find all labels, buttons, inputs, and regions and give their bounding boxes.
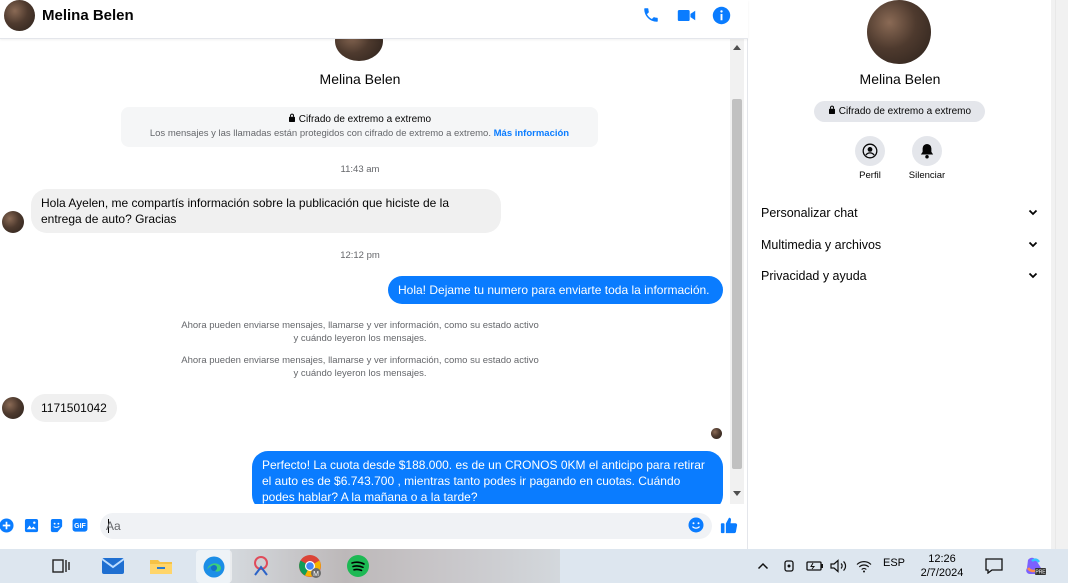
message-input-wrapper[interactable] [100,513,712,539]
gif-icon[interactable]: GIF [72,517,88,533]
e2e-title: Cifrado de extremo a extremo [298,114,432,125]
file-explorer-icon[interactable] [148,554,174,578]
section-media-files[interactable]: Multimedia y archivos [761,234,1039,256]
snipping-tool-icon[interactable] [248,554,274,578]
image-icon[interactable] [23,517,39,533]
avatar[interactable] [867,0,931,64]
message-bubble-outgoing[interactable]: Hola! Dejame tu numero para enviarte tod… [388,276,723,304]
message-bubble-incoming[interactable]: 1171501042 [31,394,117,422]
volume-icon[interactable] [828,554,850,578]
chat-header: Melina Belen [0,0,748,39]
copilot-icon[interactable]: PRE [1022,554,1048,578]
notification-icon[interactable] [982,554,1006,578]
plus-icon[interactable] [0,517,14,533]
message-list[interactable]: Melina Belen Cifrado de extremo a extrem… [0,39,730,504]
mute-label: Silenciar [908,170,946,181]
composer: GIF [0,508,748,544]
avatar[interactable] [2,397,24,419]
more-info-link[interactable]: Más información [494,128,570,139]
phone-icon[interactable] [641,5,661,25]
timestamp: 12:12 pm [340,250,380,261]
avatar [335,39,383,61]
sticker-icon[interactable] [48,517,64,533]
info-icon[interactable] [711,5,731,25]
chevron-down-icon [1027,269,1039,281]
emoji-icon[interactable] [688,517,704,533]
avatar[interactable] [2,211,24,233]
profile-icon [855,136,885,166]
meet-icon[interactable] [780,554,800,578]
section-privacy-help[interactable]: Privacidad y ayuda [761,265,1039,287]
language-indicator[interactable]: ESP [883,557,905,569]
chat-panel: Melina Belen Melina Belen Cifrado de ext… [0,0,748,549]
timestamp: 11:43 am [340,164,380,175]
mute-button[interactable]: Silenciar [899,136,955,181]
contact-name[interactable]: Melina Belen [42,7,134,24]
message-input[interactable] [106,516,676,536]
contact-name[interactable]: Melina Belen [749,71,1051,87]
chat-scrollbar[interactable] [730,39,744,504]
profile-button[interactable]: Perfil [842,136,898,181]
system-note: Ahora pueden enviarse mensajes, llamarse… [181,355,539,379]
chrome-icon[interactable]: M [297,554,323,578]
scroll-thumb[interactable] [732,99,742,469]
window-scrollbar[interactable] [1051,0,1068,549]
wifi-icon[interactable] [853,554,875,578]
seen-indicator-avatar [711,428,722,439]
svg-text:GIF: GIF [74,523,86,530]
bell-icon [912,136,942,166]
profile-label: Perfil [859,170,881,181]
chevron-up-icon[interactable] [754,554,772,578]
e2e-notice: Cifrado de extremo a extremo Los mensaje… [121,107,598,147]
mail-icon[interactable] [100,554,126,578]
lock-icon [288,113,299,125]
e2e-description: Los mensajes y las llamadas están proteg… [149,128,491,139]
task-view-icon[interactable] [48,554,74,578]
messenger-app: Melina Belen Melina Belen Cifrado de ext… [0,0,1068,549]
video-icon[interactable] [676,5,696,25]
section-customize-chat[interactable]: Personalizar chat [761,202,1039,224]
chevron-down-icon [1027,238,1039,250]
battery-icon[interactable] [804,554,826,578]
edge-icon[interactable] [196,550,232,583]
message-bubble-outgoing[interactable]: Perfecto! La cuota desde $188.000. es de… [252,451,723,504]
message-bubble-incoming[interactable]: Hola Ayelen, me compartís información so… [31,189,501,233]
conversation-info-panel: Melina Belen Cifrado de extremo a extrem… [749,0,1051,549]
like-icon[interactable] [720,516,738,534]
lock-icon [828,105,839,117]
system-note: Ahora pueden enviarse mensajes, llamarse… [181,320,539,344]
e2e-badge[interactable]: Cifrado de extremo a extremo [814,101,985,122]
system-clock[interactable]: 12:26 2/7/2024 [912,552,972,580]
scroll-up-icon[interactable] [733,45,741,50]
avatar[interactable] [4,0,35,31]
chevron-down-icon [1027,206,1039,218]
svg-text:M: M [313,571,319,578]
scroll-down-icon[interactable] [733,491,741,496]
spotify-icon[interactable] [345,554,371,578]
conversation-title: Melina Belen [319,71,401,87]
svg-text:PRE: PRE [1035,570,1046,576]
taskbar: M ESP 12:26 2/7/2024 PRE [0,549,1068,583]
